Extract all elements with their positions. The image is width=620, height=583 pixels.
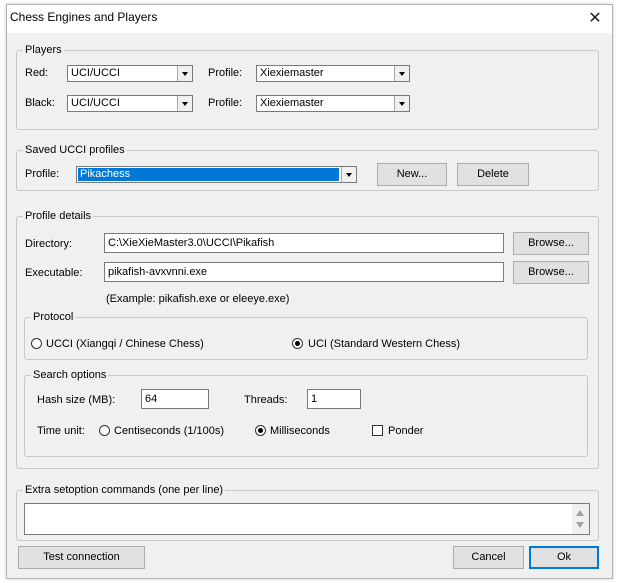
chevron-down-icon[interactable] xyxy=(394,66,409,81)
browse-executable-button[interactable]: Browse... xyxy=(513,261,589,284)
example-text: (Example: pikafish.exe or eleeye.exe) xyxy=(106,293,290,305)
black-profile-select[interactable]: Xiexiemaster xyxy=(256,95,410,112)
red-engine-select[interactable]: UCI/UCCI xyxy=(67,65,193,82)
saved-profiles-group-label: Saved UCCI profiles xyxy=(23,143,127,157)
profile-details-group: Profile details Directory: C:\XieXieMast… xyxy=(16,209,599,469)
new-profile-button[interactable]: New... xyxy=(377,163,447,186)
ucci-radio[interactable] xyxy=(31,338,42,349)
saved-profile-label: Profile: xyxy=(25,168,60,180)
textarea-scrollbar[interactable] xyxy=(572,504,589,534)
profile-details-group-label: Profile details xyxy=(23,209,94,223)
directory-label: Directory: xyxy=(25,238,73,250)
ponder-checkbox[interactable] xyxy=(372,425,383,436)
ucci-radio-label: UCCI (Xiangqi / Chinese Chess) xyxy=(46,338,204,350)
search-options-group: Search options Hash size (MB): 64 Thread… xyxy=(24,368,588,457)
directory-input[interactable]: C:\XieXieMaster3.0\UCCI\Pikafish xyxy=(104,233,504,253)
chevron-down-icon[interactable] xyxy=(177,96,192,111)
dialog-window: Chess Engines and Players ✕ Players Red:… xyxy=(6,4,613,579)
saved-profile-value: Pikachess xyxy=(78,168,339,181)
centiseconds-label: Centiseconds (1/100s) xyxy=(114,425,225,437)
red-engine-value: UCI/UCCI xyxy=(71,67,120,79)
chevron-down-icon[interactable] xyxy=(341,167,356,182)
uci-radio-label: UCI (Standard Western Chess) xyxy=(308,338,461,350)
scroll-up-arrow-icon[interactable] xyxy=(576,510,584,516)
centiseconds-radio[interactable] xyxy=(99,425,110,436)
hash-size-label: Hash size (MB): xyxy=(37,394,116,406)
ponder-label: Ponder xyxy=(388,425,424,437)
cancel-button[interactable]: Cancel xyxy=(453,546,524,569)
executable-value: pikafish-avxvnni.exe xyxy=(108,266,208,278)
delete-profile-button[interactable]: Delete xyxy=(457,163,529,186)
extra-commands-group-label: Extra setoption commands (one per line) xyxy=(23,483,226,497)
saved-profiles-group: Saved UCCI profiles Profile: Pikachess N… xyxy=(16,143,599,191)
close-button[interactable]: ✕ xyxy=(584,7,606,29)
window-title: Chess Engines and Players xyxy=(10,10,158,24)
extra-commands-group: Extra setoption commands (one per line) xyxy=(16,483,599,541)
threads-label: Threads: xyxy=(244,394,288,406)
threads-value: 1 xyxy=(311,393,318,405)
scroll-down-arrow-icon[interactable] xyxy=(576,522,584,528)
dialog-client: Players Red: UCI/UCCI Profile: Xiexiemas… xyxy=(7,33,612,578)
test-connection-button[interactable]: Test connection xyxy=(18,546,145,569)
black-label: Black: xyxy=(25,97,55,109)
players-group: Players Red: UCI/UCCI Profile: Xiexiemas… xyxy=(16,43,599,130)
black-profile-value: Xiexiemaster xyxy=(260,97,324,109)
title-bar: Chess Engines and Players ✕ xyxy=(7,5,612,33)
red-profile-label: Profile: xyxy=(208,67,243,79)
saved-profile-select[interactable]: Pikachess xyxy=(76,166,357,183)
uci-radio[interactable] xyxy=(292,338,303,349)
milliseconds-radio[interactable] xyxy=(255,425,266,436)
search-options-group-label: Search options xyxy=(31,368,109,382)
executable-input[interactable]: pikafish-avxvnni.exe xyxy=(104,262,504,282)
browse-directory-button[interactable]: Browse... xyxy=(513,232,589,255)
red-label: Red: xyxy=(25,67,49,79)
milliseconds-label: Milliseconds xyxy=(270,425,330,437)
hash-size-value: 64 xyxy=(145,393,158,405)
time-unit-label: Time unit: xyxy=(37,425,85,437)
close-icon: ✕ xyxy=(588,8,602,27)
black-engine-value: UCI/UCCI xyxy=(71,97,120,109)
black-profile-label: Profile: xyxy=(208,97,243,109)
red-profile-select[interactable]: Xiexiemaster xyxy=(256,65,410,82)
red-profile-value: Xiexiemaster xyxy=(260,67,324,79)
hash-size-input[interactable]: 64 xyxy=(141,389,209,409)
protocol-group: Protocol UCCI (Xiangqi / Chinese Chess) … xyxy=(24,310,588,360)
protocol-group-label: Protocol xyxy=(31,310,76,324)
directory-value: C:\XieXieMaster3.0\UCCI\Pikafish xyxy=(108,237,275,249)
ok-button[interactable]: Ok xyxy=(529,546,599,569)
chevron-down-icon[interactable] xyxy=(177,66,192,81)
threads-input[interactable]: 1 xyxy=(307,389,361,409)
chevron-down-icon[interactable] xyxy=(394,96,409,111)
extra-commands-textarea[interactable] xyxy=(24,503,590,535)
executable-label: Executable: xyxy=(25,267,83,279)
players-group-label: Players xyxy=(23,43,64,57)
black-engine-select[interactable]: UCI/UCCI xyxy=(67,95,193,112)
